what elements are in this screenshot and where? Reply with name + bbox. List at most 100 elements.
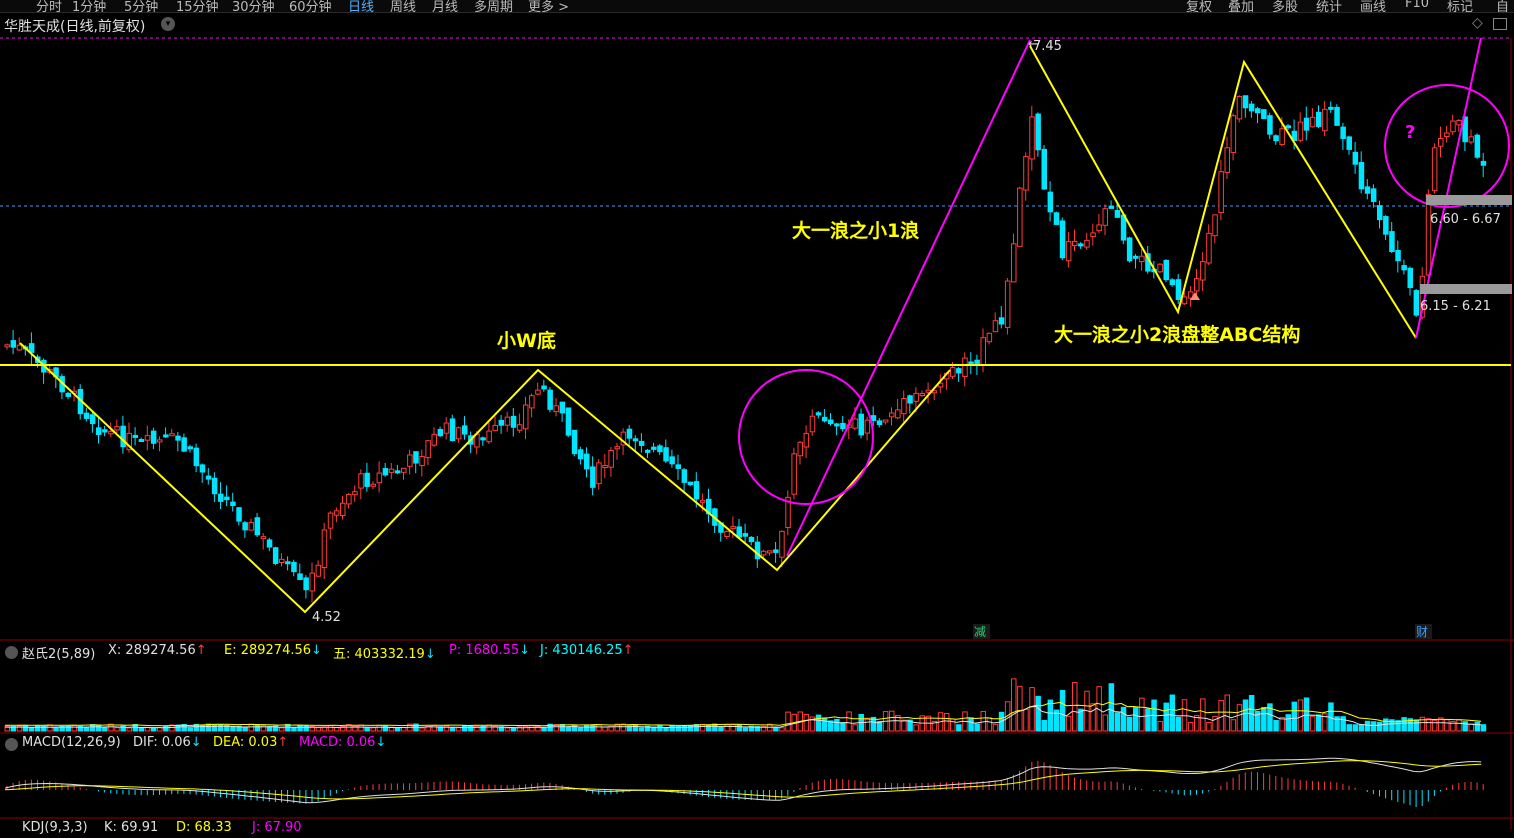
candle [541,385,547,390]
candle [407,454,413,467]
candle [1340,126,1346,139]
resistance-zone-bar [1426,195,1512,205]
candle [907,395,913,404]
finance-event-mark[interactable]: 财 [1416,625,1428,639]
volume-bar [1474,721,1481,732]
volume-bar [1230,719,1237,732]
candle [382,468,389,476]
candle [279,558,285,563]
candle [1139,255,1145,263]
volume-indicator-name[interactable]: 赵氏2(5,89) [22,643,95,662]
candle [773,549,779,553]
volume-bar [1114,712,1121,732]
candle [83,412,90,419]
candle [144,435,151,441]
candle [4,344,10,348]
candle [492,424,498,432]
volume-bar [590,724,596,732]
candle [303,577,309,591]
candle [1047,191,1054,213]
volume-bar [1029,687,1035,732]
candle [242,522,248,531]
candle [547,389,553,410]
volume-bar [950,718,956,732]
candle [10,340,17,348]
candle [114,426,120,431]
candle [1090,232,1096,237]
candle [870,415,877,421]
candles-group [4,95,1487,603]
volume-bar [175,724,181,732]
candle [724,531,730,537]
volume-bar [821,717,828,732]
candle [1364,186,1371,194]
candle [1206,232,1212,264]
candle [120,425,126,448]
volume-bar [1065,715,1072,732]
volume-bar [1163,702,1169,732]
volume-bar [901,719,907,732]
candle [510,415,517,428]
volume-bar [455,727,462,732]
candle [401,467,407,473]
candle [266,539,273,548]
volume-bar [986,717,993,732]
volume-bar [1438,717,1444,732]
indicator-settings-icon[interactable] [5,738,18,751]
volume-bar [638,727,645,732]
volume-bar [992,723,999,732]
candle [425,440,431,459]
macd-indicator-name[interactable]: MACD(12,26,9) [22,735,121,750]
candle [919,393,925,397]
candle [632,438,639,442]
candle [882,419,889,423]
candle [102,429,108,433]
candle [791,453,797,495]
candle [529,395,535,409]
w-bottom-wave-line[interactable] [19,342,951,614]
candle [1236,95,1243,120]
volume-bar [1108,683,1115,732]
candle [889,412,895,418]
candle [1334,106,1340,126]
indicator-settings-icon[interactable] [5,646,18,659]
candle [504,416,511,426]
candle [559,401,566,414]
candle [1456,119,1462,126]
candle [1413,290,1420,316]
wave1-trend-line[interactable] [786,39,1031,557]
candle [28,343,35,353]
candle [1194,278,1200,292]
candle [767,550,773,554]
volume-bar [913,724,919,732]
candle [285,561,291,565]
candle [1383,216,1389,235]
reduce-event-mark[interactable]: 减 [974,625,986,639]
candle [803,432,810,448]
candle [260,536,267,540]
candle [327,512,334,529]
low-price-label: 4.52 [312,610,341,625]
candle [1297,121,1304,141]
question-annotation: ? [1405,122,1416,143]
candle [1053,212,1060,225]
kdj-d-value: D: 68.33 [176,820,232,835]
question-circle[interactable] [1384,84,1510,208]
volume-bars [4,678,1487,732]
candle [638,440,645,446]
kdj-indicator-name[interactable]: KDJ(9,3,3) [22,820,88,835]
volume-bar [736,724,742,732]
candle [346,493,352,505]
candle [132,434,139,438]
candle [1181,296,1188,305]
kline-chart[interactable]: 7.45 ← 4.52 6.60 - 6.67 6.15 - 6.21 减 财 [0,0,1514,829]
candle [1065,241,1072,262]
candle [1480,160,1487,166]
support-zone-bar [1420,284,1512,294]
candle [553,405,559,413]
volume-bar [419,727,425,732]
zone-upper-label: 6.60 - 6.67 [1430,212,1501,227]
candle [834,423,840,427]
candle [187,446,193,450]
candle [169,433,175,437]
